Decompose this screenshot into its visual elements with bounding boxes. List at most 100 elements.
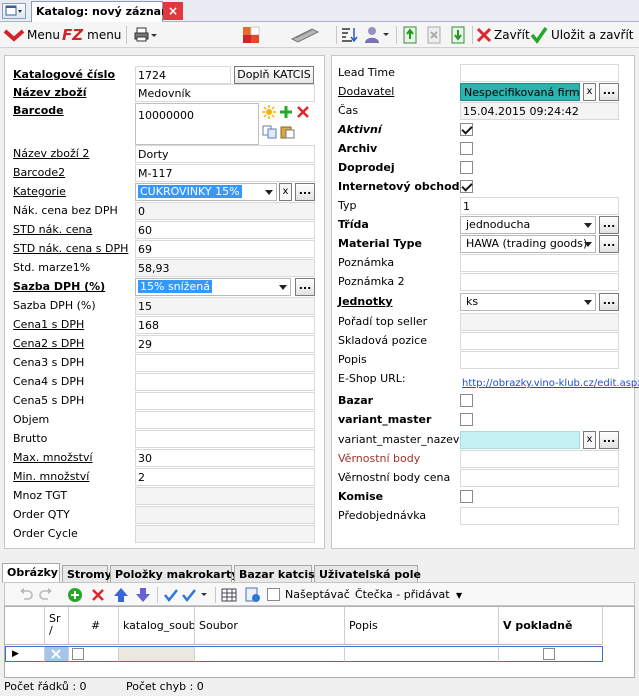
komise-checkbox[interactable] bbox=[460, 490, 473, 503]
row-v-pokladne-checkbox[interactable] bbox=[543, 648, 555, 660]
variant-master-nazev-clear-button[interactable]: x bbox=[583, 431, 596, 449]
aktivni-checkbox[interactable] bbox=[460, 123, 473, 136]
cena4-input[interactable] bbox=[135, 373, 315, 391]
check-all-icon[interactable] bbox=[181, 587, 211, 603]
brutto-input[interactable] bbox=[135, 430, 315, 448]
variant-master-checkbox[interactable] bbox=[460, 413, 473, 426]
material-type-browse-button[interactable]: ... bbox=[599, 235, 619, 253]
material-type-select[interactable]: HAWA (trading goods) bbox=[460, 235, 596, 253]
vernostni-body-cena-input[interactable] bbox=[460, 469, 619, 487]
cena1-input[interactable]: 168 bbox=[135, 316, 315, 334]
dopln-katcis-button[interactable]: Doplň KATCIS bbox=[234, 66, 314, 84]
kategorie-select[interactable]: CUKROVINKY 15% bbox=[135, 183, 277, 201]
row-checkbox[interactable] bbox=[72, 648, 84, 660]
row-v-pokladne-cell[interactable] bbox=[499, 646, 603, 662]
typ-input[interactable]: 1 bbox=[460, 197, 619, 215]
archiv-checkbox[interactable] bbox=[460, 142, 473, 155]
row-soubor-cell[interactable] bbox=[195, 646, 345, 662]
move-up-icon[interactable] bbox=[113, 587, 129, 603]
objem-input[interactable] bbox=[135, 411, 315, 429]
katalogove-cislo-input[interactable]: 1724 bbox=[135, 66, 231, 84]
tab-stromy[interactable]: Stromy bbox=[62, 565, 112, 583]
poznamka2-input[interactable] bbox=[460, 273, 619, 291]
generate-barcode-icon[interactable] bbox=[262, 105, 276, 119]
jednotky-select[interactable]: ks bbox=[460, 293, 596, 311]
undo-icon[interactable] bbox=[19, 587, 33, 601]
row-checkbox-cell[interactable] bbox=[69, 646, 119, 662]
nazev-zbozi-input[interactable]: Medovník bbox=[135, 84, 315, 102]
tab-obrazky[interactable]: Obrázky bbox=[2, 563, 60, 583]
predobjednavka-input[interactable] bbox=[460, 507, 619, 525]
paste-icon[interactable] bbox=[280, 125, 296, 139]
tab-bazar-katcis[interactable]: Bazar katcis bbox=[234, 565, 315, 583]
vernostni-body-input[interactable] bbox=[460, 450, 619, 468]
popis-input[interactable] bbox=[460, 351, 619, 369]
cena3-input[interactable] bbox=[135, 354, 315, 372]
save-close-button[interactable]: Uložit a zavřít bbox=[530, 25, 634, 45]
min-mnozstvi-input[interactable]: 2 bbox=[135, 468, 315, 486]
sort-button[interactable] bbox=[340, 25, 358, 45]
nazev-zbozi-2-input[interactable]: Dorty bbox=[135, 145, 315, 163]
fz-menu-button[interactable]: FZ menu bbox=[62, 25, 121, 45]
tab-polozky-makrokarty[interactable]: Položky makrokarty bbox=[110, 565, 238, 583]
menu-button[interactable]: Menu bbox=[3, 25, 60, 45]
tab-close-button[interactable]: × bbox=[163, 2, 183, 20]
kategorie-clear-button[interactable]: x bbox=[279, 183, 292, 201]
import-button[interactable] bbox=[450, 25, 466, 45]
ctecka-dropdown[interactable]: Čtečka - přidávat ▼ bbox=[355, 588, 462, 601]
copy-icon[interactable] bbox=[262, 125, 278, 139]
poznamka-input[interactable] bbox=[460, 254, 619, 272]
cena5-input[interactable] bbox=[135, 392, 315, 410]
std-nak-cena-input[interactable]: 60 bbox=[135, 221, 315, 239]
sazba-dph-select[interactable]: 15% snížená bbox=[135, 278, 291, 296]
barcode-input[interactable]: 10000000 bbox=[135, 103, 259, 145]
row-katalog-soubor-cell[interactable] bbox=[119, 646, 195, 662]
move-down-icon[interactable] bbox=[135, 587, 151, 603]
cancel-document-button[interactable] bbox=[426, 25, 442, 45]
export-grid-icon[interactable] bbox=[245, 587, 261, 603]
grid-header-hash[interactable]: # bbox=[69, 607, 119, 645]
skladova-pozice-input[interactable] bbox=[460, 332, 619, 350]
user-button[interactable] bbox=[364, 25, 390, 45]
lead-time-input[interactable] bbox=[460, 64, 619, 82]
variant-master-nazev-browse-button[interactable]: ... bbox=[599, 431, 619, 449]
tab-uzivatelska-pole[interactable]: Uživatelská pole bbox=[314, 565, 421, 583]
close-button[interactable]: Zavřít bbox=[476, 25, 530, 45]
scanner-button[interactable] bbox=[290, 25, 320, 45]
kategorie-browse-button[interactable]: ... bbox=[295, 183, 315, 201]
barcode2-input[interactable]: M-117 bbox=[135, 164, 315, 182]
check-icon[interactable] bbox=[163, 587, 179, 603]
app-menu-button[interactable] bbox=[2, 3, 26, 19]
eshop-url-link[interactable]: http://obrazky.vino-klub.cz/edit.aspx? bbox=[462, 378, 639, 389]
grid-header-popis[interactable]: Popis bbox=[345, 607, 499, 645]
trida-browse-button[interactable]: ... bbox=[599, 216, 619, 234]
naseptavac-checkbox[interactable] bbox=[267, 588, 280, 601]
variant-master-nazev-input[interactable] bbox=[460, 431, 580, 449]
dodavatel-clear-button[interactable]: x bbox=[583, 83, 596, 101]
dodavatel-browse-button[interactable]: ... bbox=[599, 83, 619, 101]
sazba-dph-browse-button[interactable]: ... bbox=[295, 278, 315, 296]
grid-colors-button[interactable] bbox=[242, 25, 260, 45]
print-button[interactable] bbox=[134, 25, 158, 45]
grid-header-katalog-soubor[interactable]: katalog_soubo bbox=[119, 607, 195, 645]
dodavatel-input[interactable]: Nespecifikovaná firma bbox=[460, 83, 580, 101]
cena2-input[interactable]: 29 bbox=[135, 335, 315, 353]
grid-header-soubor[interactable]: Soubor bbox=[195, 607, 345, 645]
jednotky-browse-button[interactable]: ... bbox=[599, 293, 619, 311]
doprodej-checkbox[interactable] bbox=[460, 161, 473, 174]
add-row-icon[interactable] bbox=[67, 587, 83, 603]
grid-header-sr[interactable]: Sr / bbox=[45, 607, 69, 645]
max-mnozstvi-input[interactable]: 30 bbox=[135, 449, 315, 467]
delete-barcode-icon[interactable] bbox=[296, 105, 310, 119]
grid-header-v-pokladne[interactable]: V pokladně bbox=[499, 607, 603, 645]
redo-icon[interactable] bbox=[39, 587, 53, 601]
add-barcode-icon[interactable] bbox=[279, 105, 293, 119]
table-icon[interactable] bbox=[221, 587, 237, 603]
bazar-checkbox[interactable] bbox=[460, 394, 473, 407]
export-button[interactable] bbox=[402, 25, 418, 45]
internetovy-obchod-checkbox[interactable] bbox=[460, 180, 473, 193]
document-tab[interactable]: Katalog: nový záznam bbox=[31, 1, 173, 22]
delete-row-icon[interactable] bbox=[91, 588, 105, 602]
table-row-indicator[interactable]: ▶ bbox=[5, 646, 45, 662]
row-popis-cell[interactable] bbox=[345, 646, 499, 662]
